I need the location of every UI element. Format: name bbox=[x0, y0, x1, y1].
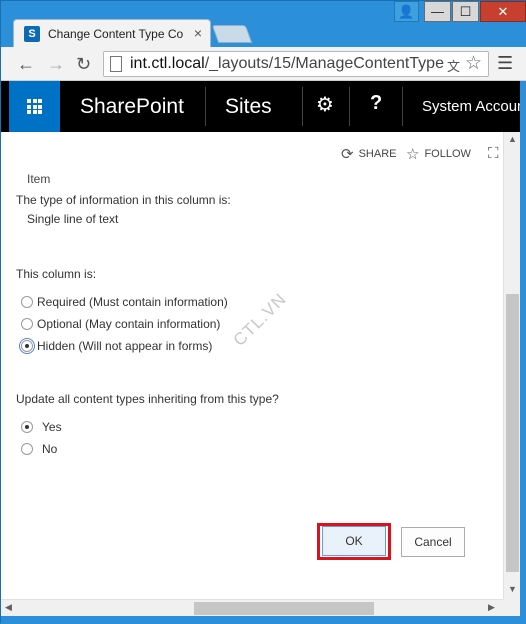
share-label: SHARE bbox=[358, 148, 397, 160]
tab-close-icon[interactable]: × bbox=[194, 25, 202, 41]
forward-arrow-icon[interactable]: → bbox=[47, 54, 65, 75]
waffle-icon bbox=[27, 99, 42, 114]
follow-star-icon: ☆ bbox=[406, 146, 420, 163]
browser-window: S Change Content Type Co × 👤 — ☐ ✕ ← → ↻… bbox=[0, 0, 526, 624]
scroll-right-icon[interactable]: ▶ bbox=[488, 602, 495, 613]
update-heading: Update all content types inheriting from… bbox=[16, 392, 279, 406]
update-no-radio[interactable] bbox=[21, 443, 33, 455]
parent-type-label: Item bbox=[27, 172, 51, 186]
scrollbar-corner bbox=[503, 599, 520, 616]
minimize-button[interactable]: — bbox=[424, 1, 451, 22]
horizontal-scroll-thumb[interactable] bbox=[194, 602, 374, 615]
ok-button[interactable]: OK bbox=[322, 526, 386, 556]
follow-label: FOLLOW bbox=[424, 148, 471, 160]
column-status-heading: This column is: bbox=[16, 267, 97, 281]
hidden-radio[interactable] bbox=[19, 338, 35, 354]
type-value: Single line of text bbox=[27, 212, 119, 226]
sharepoint-suite-bar: SharePoint Sites ⚙ ? System Account bbox=[1, 81, 526, 132]
user-profile-icon[interactable]: 👤 bbox=[394, 1, 419, 22]
watermark: CTL.VN bbox=[229, 289, 291, 350]
browser-menu-icon[interactable]: ☰ bbox=[497, 53, 513, 74]
tab-title: Change Content Type Co bbox=[48, 27, 184, 41]
title-bar: S Change Content Type Co × 👤 — ☐ ✕ bbox=[1, 1, 526, 48]
window-frame-right bbox=[520, 81, 526, 624]
follow-action[interactable]: ☆ FOLLOW bbox=[406, 145, 471, 163]
browser-tab[interactable]: S Change Content Type Co × bbox=[13, 19, 211, 48]
account-menu[interactable]: System Account bbox=[422, 98, 526, 115]
divider bbox=[302, 87, 303, 126]
divider bbox=[349, 87, 350, 126]
focus-mode-icon[interactable]: ⛶ bbox=[488, 145, 499, 162]
bookmark-star-icon[interactable]: ☆ bbox=[465, 52, 482, 75]
url-text[interactable]: int.ctl.local/_layouts/15/ManageContentT… bbox=[130, 55, 448, 73]
scroll-up-icon[interactable]: ▲ bbox=[508, 134, 517, 144]
settings-gear-icon[interactable]: ⚙ bbox=[316, 92, 334, 117]
required-radio[interactable] bbox=[21, 296, 33, 308]
close-window-button[interactable]: ✕ bbox=[480, 1, 526, 22]
scroll-left-icon[interactable]: ◀ bbox=[5, 602, 12, 613]
page-content: ⟳ SHARE ☆ FOLLOW ⛶ Item The type of info… bbox=[1, 132, 503, 599]
sites-link[interactable]: Sites bbox=[225, 95, 272, 119]
scroll-down-icon[interactable]: ▼ bbox=[508, 584, 517, 594]
help-icon[interactable]: ? bbox=[370, 92, 382, 115]
cancel-button[interactable]: Cancel bbox=[401, 527, 465, 557]
new-tab-button[interactable] bbox=[211, 25, 253, 43]
vertical-scroll-thumb[interactable] bbox=[506, 294, 519, 572]
share-icon: ⟳ bbox=[341, 146, 354, 163]
type-heading: The type of information in this column i… bbox=[16, 193, 231, 207]
sharepoint-brand[interactable]: SharePoint bbox=[80, 95, 184, 119]
divider bbox=[205, 87, 206, 126]
optional-radio[interactable] bbox=[21, 318, 33, 330]
browser-toolbar: ← → ↻ int.ctl.local/_layouts/15/ManageCo… bbox=[1, 47, 526, 81]
update-yes-radio[interactable] bbox=[21, 421, 33, 433]
sharepoint-favicon-icon: S bbox=[24, 26, 40, 42]
horizontal-scrollbar[interactable]: ◀ ▶ bbox=[1, 599, 503, 616]
reload-icon[interactable]: ↻ bbox=[76, 54, 91, 75]
update-no-label: No bbox=[42, 442, 58, 456]
address-bar[interactable]: int.ctl.local/_layouts/15/ManageContentT… bbox=[103, 51, 489, 77]
required-label: Required (Must contain information) bbox=[37, 295, 228, 309]
update-yes-label: Yes bbox=[42, 420, 62, 434]
translate-icon[interactable]: 文 bbox=[447, 56, 460, 75]
vertical-scrollbar[interactable]: ▲ ▼ bbox=[503, 132, 520, 599]
optional-label: Optional (May contain information) bbox=[37, 317, 221, 331]
url-host: int.ctl.local bbox=[130, 55, 205, 72]
share-action[interactable]: ⟳ SHARE bbox=[341, 145, 396, 163]
app-launcher-button[interactable] bbox=[9, 81, 60, 132]
url-path: /_layouts/15/ManageContentType bbox=[204, 55, 444, 72]
hidden-label: Hidden (Will not appear in forms) bbox=[37, 339, 213, 353]
back-arrow-icon[interactable]: ← bbox=[17, 54, 35, 75]
maximize-button[interactable]: ☐ bbox=[452, 1, 479, 22]
page-icon bbox=[110, 56, 122, 72]
divider bbox=[402, 87, 403, 126]
